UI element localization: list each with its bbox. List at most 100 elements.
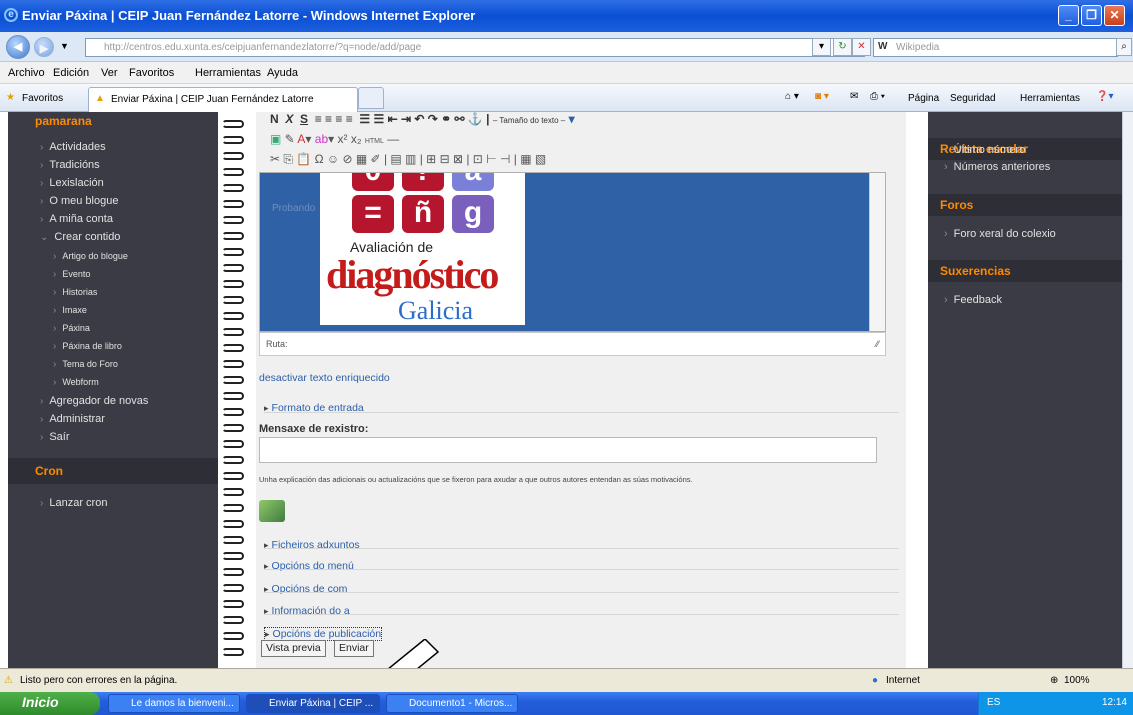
title-bar: e Enviar Páxina | CEIP Juan Fernández La…: [0, 0, 1133, 32]
new-tab-button[interactable]: [358, 87, 384, 109]
nav-actividades[interactable]: Actividades: [40, 141, 105, 153]
favorites-button[interactable]: Favoritos: [22, 93, 63, 104]
spiral-ring: [222, 600, 244, 608]
back-icon[interactable]: ◀: [6, 35, 30, 59]
zone-text: Internet: [886, 675, 920, 686]
pagina-menu[interactable]: Página: [908, 93, 939, 104]
mail-icon[interactable]: ✉: [850, 91, 858, 102]
image-assist-icon[interactable]: [259, 500, 285, 522]
menu-ver[interactable]: Ver: [101, 67, 118, 79]
globe-icon: ●: [872, 675, 879, 686]
divider: [264, 412, 899, 413]
language-indicator[interactable]: ES: [987, 697, 1000, 708]
nav-webform[interactable]: Webform: [53, 377, 98, 388]
help-icon[interactable]: ❓▾: [1096, 91, 1113, 102]
compat-icon[interactable]: ▾: [812, 38, 831, 56]
refresh-icon[interactable]: ↻: [833, 38, 852, 56]
search-input[interactable]: W Wikipedia: [873, 38, 1118, 57]
spiral-ring: [222, 136, 244, 144]
status-text: Listo pero con errores en la página.: [20, 675, 178, 686]
informacion-autor-toggle[interactable]: Información do a: [264, 605, 350, 617]
task-item[interactable]: Documento1 - Micros...: [386, 694, 518, 713]
nav-administrar[interactable]: Administrar: [40, 413, 105, 425]
spiral-ring: [222, 568, 244, 576]
search-icon[interactable]: ⌕: [1116, 38, 1132, 56]
ultimo-numero-link[interactable]: Último número: [944, 144, 1026, 156]
task-item-active[interactable]: Enviar Páxina | CEIP ...: [246, 694, 380, 713]
close-button[interactable]: ✕: [1104, 5, 1125, 26]
nav-artigo[interactable]: Artigo do blogue: [53, 251, 128, 262]
preview-button[interactable]: Vista previa: [261, 640, 326, 657]
nav-tradicions[interactable]: Tradicións: [40, 159, 99, 171]
nav-tema-foro[interactable]: Tema do Foro: [53, 359, 118, 370]
nav-agregador[interactable]: Agregador de novas: [40, 395, 148, 407]
mensaxe-textarea[interactable]: [259, 437, 877, 463]
feeds-icon[interactable]: ◙ ▾: [815, 91, 829, 102]
nav-sair[interactable]: Saír: [40, 431, 69, 443]
editor-toolbar-row2[interactable]: ▣ ✎ A▾ ab▾ x² x₂ HTML —: [270, 132, 860, 148]
seguridad-menu[interactable]: Seguridad: [950, 93, 996, 104]
spiral-ring: [222, 584, 244, 592]
nav-historias[interactable]: Historias: [53, 287, 97, 298]
nav-paxina[interactable]: Páxina: [53, 323, 90, 334]
history-dropdown-icon[interactable]: ▼: [60, 41, 69, 51]
menu-herramientas[interactable]: Herramientas: [195, 67, 261, 79]
start-button[interactable]: Inicio: [0, 692, 100, 715]
minimize-button[interactable]: _: [1058, 5, 1079, 26]
spiral-ring: [222, 408, 244, 416]
vertical-scrollbar[interactable]: [1122, 112, 1133, 668]
opcions-menu-toggle[interactable]: Opcións do menú: [264, 560, 354, 572]
home-icon[interactable]: ⌂ ▾: [785, 91, 799, 102]
herramientas-menu[interactable]: Herramientas: [1020, 93, 1080, 104]
forward-icon[interactable]: ▶: [34, 37, 54, 57]
menu-favoritos[interactable]: Favoritos: [129, 67, 174, 79]
nav-lanzar-cron[interactable]: Lanzar cron: [40, 497, 107, 509]
logo-block: =: [352, 195, 394, 233]
suxerencias-heading: Suxerencias: [928, 260, 1122, 282]
menu-edicion[interactable]: Edición: [53, 67, 89, 79]
maximize-button[interactable]: ❐: [1081, 5, 1102, 26]
disable-rich-text-link[interactable]: desactivar texto enriquecido: [259, 372, 390, 384]
main-content: N X S ≡ ≡ ≡ ≡ ☰ ☰ ⇤ ⇥ ↶ ↷ ⚭ ⚯ ⚓ | – Tama…: [256, 112, 906, 668]
ruta-label: Ruta:: [266, 339, 288, 349]
numeros-anteriores-link[interactable]: Números anteriores: [944, 161, 1051, 173]
foro-xeral-link[interactable]: Foro xeral do colexio: [944, 228, 1056, 240]
arrow-shape: [388, 639, 440, 668]
rich-text-editor[interactable]: Probando 0 ? a = ñ g Avaliación de diagn…: [259, 172, 886, 332]
zoom-icon[interactable]: ⊕: [1050, 675, 1058, 686]
menu-archivo[interactable]: Archivo: [8, 67, 45, 79]
tab-current[interactable]: ▲ Enviar Páxina | CEIP Juan Fernández La…: [88, 87, 358, 112]
spiral-ring: [222, 632, 244, 640]
print-icon[interactable]: ⎙ ▾: [870, 91, 885, 102]
nav-blogue[interactable]: O meu blogue: [40, 195, 118, 207]
zoom-text[interactable]: 100%: [1064, 675, 1090, 686]
spiral-ring: [222, 536, 244, 544]
address-input[interactable]: http://centros.edu.xunta.es/ceipjuanfern…: [85, 38, 865, 57]
editor-toolbar-row3[interactable]: ✂ ⎘ 📋 Ω ☺ ⊘ ▦ ✐ | ▤ ▥ | ⊞ ⊟ ⊠ | ⊡ ⊢ ⊣ | …: [270, 152, 860, 168]
menu-ayuda[interactable]: Ayuda: [267, 67, 298, 79]
nav-imaxe[interactable]: Imaxe: [53, 305, 87, 316]
editor-toolbar-row1[interactable]: N X S ≡ ≡ ≡ ≡ ☰ ☰ ⇤ ⇥ ↶ ↷ ⚭ ⚯ ⚓ | – Tama…: [270, 112, 860, 128]
nav-paxina-libro[interactable]: Páxina de libro: [53, 341, 122, 352]
address-toolbar: ◀ ▶ ▼ http://centros.edu.xunta.es/ceipju…: [0, 32, 1133, 62]
opcions-comentarios-toggle[interactable]: Opcións de com: [264, 583, 348, 595]
editor-path: Ruta: ⁄⁄: [259, 332, 886, 356]
nav-lexislacion[interactable]: Lexislación: [40, 177, 103, 189]
spiral-ring: [222, 232, 244, 240]
wikipedia-icon: W: [878, 41, 888, 52]
feedback-link[interactable]: Feedback: [944, 294, 1002, 306]
search-placeholder: Wikipedia: [896, 42, 940, 53]
editor-scrollbar[interactable]: [869, 173, 885, 331]
nav-evento[interactable]: Evento: [53, 269, 90, 280]
mensaxe-help: Unha explicación das adicionais ou actua…: [259, 475, 693, 484]
status-bar: ⚠ Listo pero con errores en la página. ●…: [0, 668, 1133, 692]
font-size-select[interactable]: – Tamaño do texto –: [493, 116, 565, 125]
nav-conta[interactable]: A miña conta: [40, 213, 113, 225]
ficheiros-adxuntos-toggle[interactable]: Ficheiros adxuntos: [264, 539, 360, 551]
resize-handle-icon[interactable]: ⁄⁄: [876, 339, 879, 349]
task-item[interactable]: Le damos la bienveni...: [108, 694, 240, 713]
spiral-ring: [222, 120, 244, 128]
nav-crear-contido[interactable]: Crear contido: [40, 231, 120, 243]
warning-icon[interactable]: ⚠: [4, 675, 13, 686]
stop-icon[interactable]: ✕: [852, 38, 871, 56]
